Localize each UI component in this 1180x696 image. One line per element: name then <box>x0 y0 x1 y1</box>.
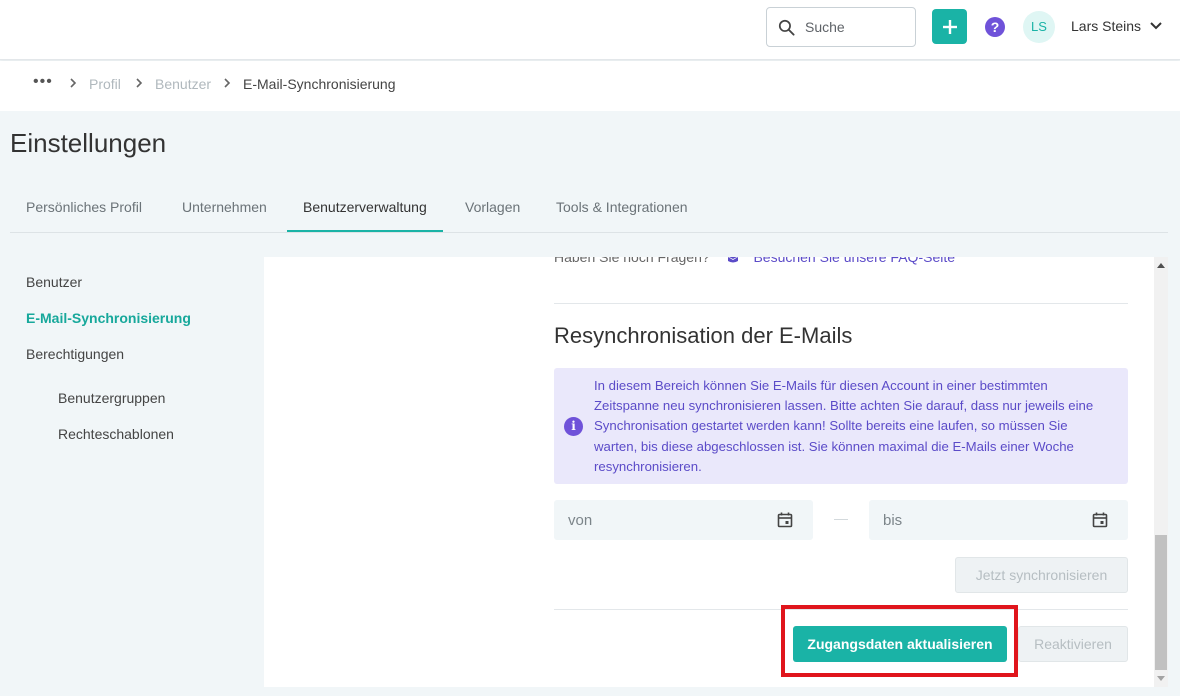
faq-link[interactable]: Besuchen Sie unsere FAQ-Seite <box>753 257 955 265</box>
chevron-right-icon <box>70 78 77 88</box>
info-text: In diesem Bereich können Sie E-Mails für… <box>594 378 1094 474</box>
tab-vorlagen[interactable]: Vorlagen <box>449 186 536 232</box>
sync-now-button[interactable]: Jetzt synchronisieren <box>955 557 1128 593</box>
help-icon[interactable]: ? <box>985 17 1005 37</box>
calendar-icon[interactable] <box>777 512 793 528</box>
date-to-input[interactable] <box>883 510 1063 530</box>
search-box[interactable] <box>766 7 916 47</box>
top-header: ? LS Lars Steins <box>0 0 1180 60</box>
settings-tabs: Persönliches Profil Unternehmen Benutzer… <box>10 186 1168 233</box>
date-from-field[interactable] <box>554 500 813 540</box>
chevron-right-icon <box>224 78 231 88</box>
sidebar-item-berechtigungen[interactable]: Berechtigungen <box>26 346 124 362</box>
faq-question: Haben Sie noch Fragen? <box>554 257 710 265</box>
reactivate-button[interactable]: Reaktivieren <box>1018 626 1128 662</box>
info-box: i In diesem Bereich können Sie E-Mails f… <box>554 368 1128 484</box>
info-icon: i <box>564 417 583 436</box>
date-to-field[interactable] <box>869 500 1128 540</box>
calendar-icon[interactable] <box>1092 512 1108 528</box>
breadcrumb-benutzer[interactable]: Benutzer <box>155 76 211 92</box>
content-panel: Haben Sie noch Fragen? Besuchen Sie unse… <box>264 257 1154 687</box>
scrollbar[interactable] <box>1154 257 1168 687</box>
graduation-cap-icon <box>727 257 738 263</box>
faq-row: Haben Sie noch Fragen? Besuchen Sie unse… <box>554 257 955 266</box>
breadcrumb-profil[interactable]: Profil <box>89 76 121 92</box>
divider <box>554 303 1128 304</box>
breadcrumb: ••• Profil Benutzer E-Mail-Synchronisier… <box>0 61 1180 111</box>
search-icon <box>778 19 795 36</box>
sidebar-item-email-sync[interactable]: E-Mail-Synchronisierung <box>26 310 191 326</box>
date-from-input[interactable] <box>568 510 748 530</box>
scroll-thumb[interactable] <box>1155 535 1167 670</box>
update-credentials-button[interactable]: Zugangsdaten aktualisieren <box>793 626 1007 662</box>
breadcrumb-more[interactable]: ••• <box>33 73 53 91</box>
scroll-up-arrow[interactable] <box>1157 263 1165 268</box>
tab-persoenliches-profil[interactable]: Persönliches Profil <box>10 186 158 232</box>
tab-benutzerverwaltung[interactable]: Benutzerverwaltung <box>287 186 443 232</box>
sidebar-item-benutzer[interactable]: Benutzer <box>26 274 82 290</box>
user-menu-name[interactable]: Lars Steins <box>1071 18 1141 34</box>
tab-unternehmen[interactable]: Unternehmen <box>166 186 283 232</box>
search-input[interactable] <box>805 17 905 37</box>
sidebar-item-benutzergruppen[interactable]: Benutzergruppen <box>58 390 165 406</box>
plus-icon <box>942 19 957 34</box>
chevron-right-icon <box>136 78 143 88</box>
date-range-dash <box>834 519 848 520</box>
sidebar-item-rechteschablonen[interactable]: Rechteschablonen <box>58 426 174 442</box>
resync-title: Resynchronisation der E-Mails <box>554 323 853 348</box>
chevron-down-icon[interactable] <box>1150 21 1162 31</box>
breadcrumb-current: E-Mail-Synchronisierung <box>243 76 396 92</box>
page-title: Einstellungen <box>10 128 167 158</box>
add-button[interactable] <box>932 9 967 44</box>
divider <box>554 609 1128 610</box>
scroll-down-arrow[interactable] <box>1157 676 1165 681</box>
tab-tools-integrationen[interactable]: Tools & Integrationen <box>540 186 704 232</box>
avatar[interactable]: LS <box>1023 11 1055 43</box>
